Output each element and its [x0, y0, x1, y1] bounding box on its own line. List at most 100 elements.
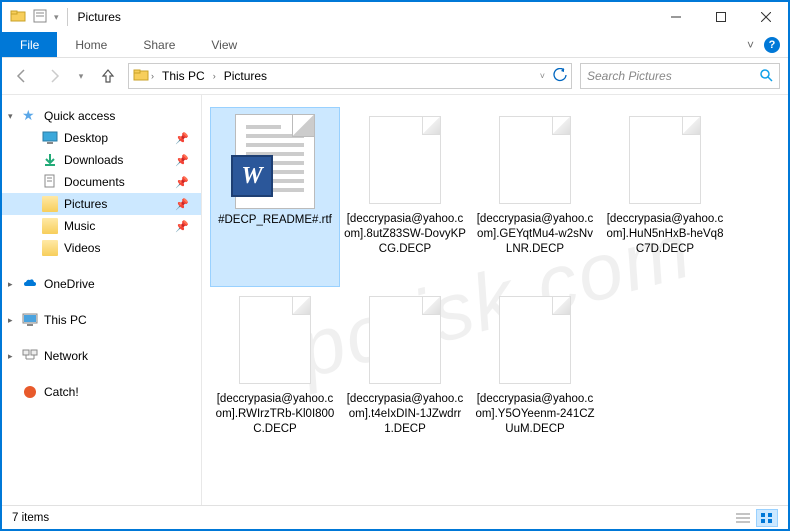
sidebar-label: Network: [44, 349, 88, 363]
sidebar-label: Desktop: [64, 131, 108, 145]
catch-icon: [22, 384, 38, 400]
sidebar-item-downloads[interactable]: Downloads 📌: [2, 149, 201, 171]
tab-home[interactable]: Home: [57, 32, 125, 57]
forward-button[interactable]: [42, 64, 66, 88]
file-thumbnail: [235, 293, 315, 388]
sidebar-label: This PC: [44, 313, 87, 327]
file-thumbnail: W: [235, 114, 315, 209]
item-count: 7 items: [12, 512, 49, 524]
sidebar-onedrive[interactable]: ▸ OneDrive: [2, 273, 201, 295]
icons-view-button[interactable]: [756, 509, 778, 527]
collapse-icon[interactable]: ▾: [8, 111, 13, 122]
file-item[interactable]: [deccrypasia@yahoo.com].HuN5nHxB-heVq8C7…: [600, 107, 730, 287]
properties-icon[interactable]: [32, 8, 48, 27]
help-icon[interactable]: ?: [764, 37, 780, 53]
sidebar-quick-access[interactable]: ▾ ★ Quick access: [2, 105, 201, 127]
word-icon: W: [231, 155, 273, 197]
network-icon: [22, 348, 38, 364]
file-name: [deccrypasia@yahoo.com].GEYqtMu4-w2sNvLN…: [474, 212, 596, 257]
onedrive-icon: [22, 276, 38, 292]
sidebar-label: Documents: [64, 175, 125, 189]
star-icon: ★: [22, 108, 38, 124]
sidebar-item-videos[interactable]: Videos: [2, 237, 201, 259]
search-placeholder: Search Pictures: [587, 69, 672, 83]
address-bar[interactable]: › This PC › Pictures ˅: [128, 63, 572, 89]
sidebar-label: Quick access: [44, 109, 115, 123]
file-thumbnail: [495, 113, 575, 208]
pin-icon: 📌: [175, 154, 189, 167]
status-bar: 7 items: [2, 505, 788, 529]
tab-view[interactable]: View: [193, 32, 255, 57]
file-list[interactable]: pcrisk.com W #DECP_README#.rtf [deccrypa…: [202, 95, 788, 505]
tab-share[interactable]: Share: [125, 32, 193, 57]
sidebar-label: Catch!: [44, 385, 79, 399]
chevron-right-icon[interactable]: ›: [213, 71, 216, 81]
documents-icon: [42, 174, 58, 190]
refresh-icon[interactable]: [553, 68, 567, 85]
expand-icon[interactable]: ▸: [8, 315, 13, 326]
file-name: [deccrypasia@yahoo.com].8utZ83SW-DovyKPC…: [344, 212, 466, 257]
file-name: #DECP_README#.rtf: [218, 213, 332, 228]
file-item[interactable]: [deccrypasia@yahoo.com].t4eIxDIN-1JZwdrr…: [340, 287, 470, 467]
file-item[interactable]: [deccrypasia@yahoo.com].8utZ83SW-DovyKPC…: [340, 107, 470, 287]
close-button[interactable]: [743, 2, 788, 32]
file-name: [deccrypasia@yahoo.com].t4eIxDIN-1JZwdrr…: [344, 392, 466, 437]
back-button[interactable]: [10, 64, 34, 88]
ribbon-tabs: File Home Share View ˅ ?: [2, 32, 788, 58]
file-item[interactable]: [deccrypasia@yahoo.com].GEYqtMu4-w2sNvLN…: [470, 107, 600, 287]
sidebar-label: Music: [64, 219, 95, 233]
up-button[interactable]: [96, 64, 120, 88]
file-name: [deccrypasia@yahoo.com].RWIrzTRb-Kl0I800…: [214, 392, 336, 437]
file-item[interactable]: [deccrypasia@yahoo.com].RWIrzTRb-Kl0I800…: [210, 287, 340, 467]
file-item[interactable]: W #DECP_README#.rtf: [210, 107, 340, 287]
address-dropdown-icon[interactable]: ˅: [540, 71, 545, 81]
music-icon: [42, 218, 58, 234]
window-title: Pictures: [78, 10, 121, 24]
file-item[interactable]: [deccrypasia@yahoo.com].Y5OYeenm-241CZUu…: [470, 287, 600, 467]
sidebar-item-desktop[interactable]: Desktop 📌: [2, 127, 201, 149]
sidebar-network[interactable]: ▸ Network: [2, 345, 201, 367]
folder-icon[interactable]: [10, 8, 26, 27]
search-icon[interactable]: [759, 68, 773, 85]
chevron-right-icon[interactable]: ›: [151, 71, 154, 81]
qat-dropdown-icon[interactable]: ▾: [54, 12, 59, 23]
pictures-icon: [42, 196, 58, 212]
navigation-bar: ▾ › This PC › Pictures ˅ Search Pictures: [2, 58, 788, 94]
pin-icon: 📌: [175, 176, 189, 189]
sidebar-label: Downloads: [64, 153, 123, 167]
quick-access-toolbar: ▾: [10, 8, 59, 27]
file-thumbnail: [365, 113, 445, 208]
downloads-icon: [42, 152, 58, 168]
sidebar-thispc[interactable]: ▸ This PC: [2, 309, 201, 331]
sidebar-label: OneDrive: [44, 277, 95, 291]
sidebar-item-documents[interactable]: Documents 📌: [2, 171, 201, 193]
file-thumbnail: [365, 293, 445, 388]
sidebar-item-music[interactable]: Music 📌: [2, 215, 201, 237]
sidebar-item-pictures[interactable]: Pictures 📌: [2, 193, 201, 215]
maximize-button[interactable]: [698, 2, 743, 32]
pin-icon: 📌: [175, 220, 189, 233]
sidebar-label: Videos: [64, 241, 100, 255]
file-thumbnail: [495, 293, 575, 388]
navigation-pane[interactable]: ▾ ★ Quick access Desktop 📌 Downloads 📌 D…: [2, 95, 202, 505]
minimize-button[interactable]: [653, 2, 698, 32]
sidebar-catch[interactable]: Catch!: [2, 381, 201, 403]
ribbon-expand-icon[interactable]: ˅: [747, 38, 754, 52]
details-view-button[interactable]: [732, 509, 754, 527]
desktop-icon: [42, 130, 58, 146]
breadcrumb-segment[interactable]: Pictures: [218, 69, 273, 83]
file-tab[interactable]: File: [2, 32, 57, 57]
thispc-icon: [22, 312, 38, 328]
titlebar: ▾ Pictures: [2, 2, 788, 32]
recent-locations-button[interactable]: ▾: [74, 64, 88, 88]
pin-icon: 📌: [175, 132, 189, 145]
file-name: [deccrypasia@yahoo.com].Y5OYeenm-241CZUu…: [474, 392, 596, 437]
expand-icon[interactable]: ▸: [8, 351, 13, 362]
breadcrumb-segment[interactable]: This PC: [156, 69, 211, 83]
videos-icon: [42, 240, 58, 256]
pin-icon: 📌: [175, 198, 189, 211]
search-input[interactable]: Search Pictures: [580, 63, 780, 89]
file-name: [deccrypasia@yahoo.com].HuN5nHxB-heVq8C7…: [604, 212, 726, 257]
expand-icon[interactable]: ▸: [8, 279, 13, 290]
file-thumbnail: [625, 113, 705, 208]
